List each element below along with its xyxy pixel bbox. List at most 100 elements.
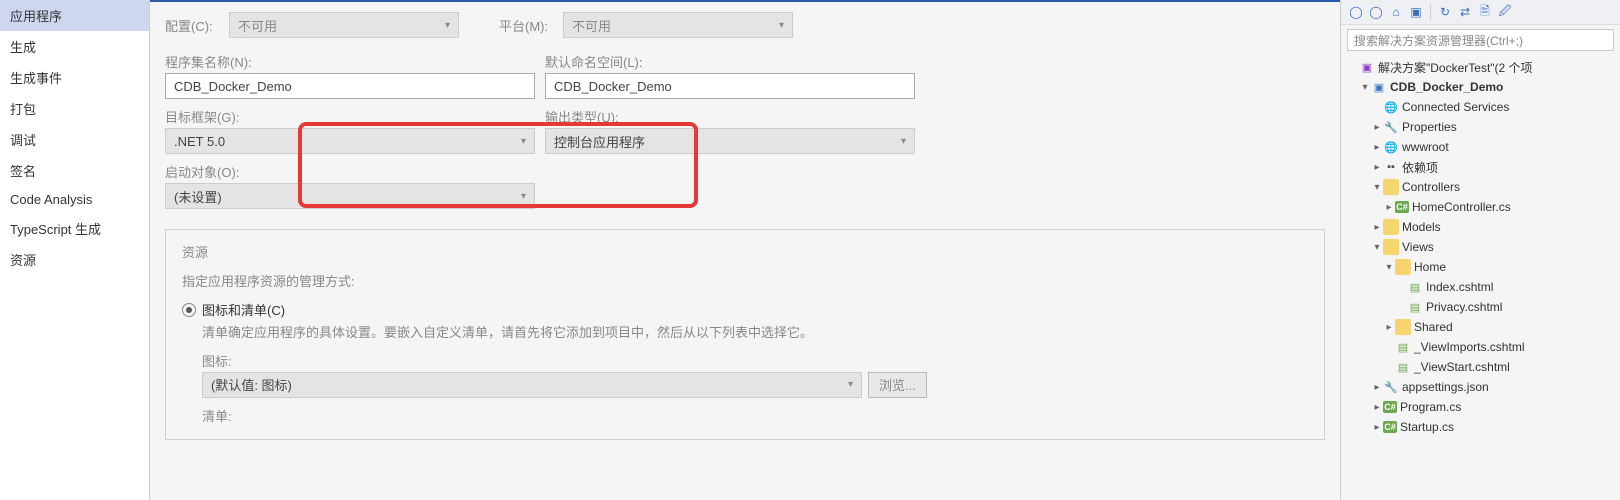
icon-manifest-radio[interactable]: 图标和清单(C)	[182, 300, 1308, 319]
tree-item-label: CDB_Docker_Demo	[1390, 80, 1503, 94]
manifest-label: 清单:	[202, 406, 1308, 425]
output-type-dropdown[interactable]: 控制台应用程序▾	[545, 128, 915, 154]
folder-icon	[1395, 259, 1411, 275]
tree-item[interactable]: C#Startup.cs	[1345, 417, 1616, 437]
left-tab[interactable]: 打包	[0, 93, 149, 124]
default-namespace-input[interactable]: CDB_Docker_Demo	[545, 73, 915, 99]
expand-arrow-icon[interactable]	[1383, 202, 1395, 213]
solution-node[interactable]: ▣ 解决方案"DockerTest"(2 个项	[1345, 57, 1616, 77]
tree-item[interactable]: C#Program.cs	[1345, 397, 1616, 417]
home-icon[interactable]: ⌂	[1387, 3, 1405, 21]
expand-arrow-icon[interactable]	[1371, 402, 1383, 413]
tree-item[interactable]: ▤Index.cshtml	[1345, 277, 1616, 297]
globe-icon: 🌐	[1383, 99, 1399, 115]
file-icon: ▤	[1395, 339, 1411, 355]
left-tab[interactable]: 应用程序	[0, 0, 149, 31]
properties-icon[interactable]: 🖉	[1496, 3, 1514, 21]
tree-item[interactable]: ▤Privacy.cshtml	[1345, 297, 1616, 317]
chevron-down-icon: ▾	[521, 191, 526, 202]
chevron-down-icon: ▾	[521, 136, 526, 147]
left-tab[interactable]: Code Analysis	[0, 186, 149, 213]
expand-arrow-icon[interactable]	[1371, 142, 1383, 153]
project-icon: ▣	[1371, 79, 1387, 95]
startup-object-label: 启动对象(O):	[165, 162, 535, 181]
tree-item[interactable]: Views	[1345, 237, 1616, 257]
tree-item[interactable]: ▤_ViewStart.cshtml	[1345, 357, 1616, 377]
tree-item[interactable]: ▪▪依赖项	[1345, 157, 1616, 177]
tree-item[interactable]: 🌐Connected Services	[1345, 97, 1616, 117]
browse-button[interactable]: 浏览...	[868, 372, 927, 398]
tree-item-label: Controllers	[1402, 180, 1460, 194]
back-icon[interactable]: ◯	[1347, 3, 1365, 21]
tree-item[interactable]: Controllers	[1345, 177, 1616, 197]
target-framework-dropdown[interactable]: .NET 5.0▾	[165, 128, 535, 154]
platform-label: 平台(M):	[499, 16, 557, 35]
solution-search-input[interactable]: 搜索解决方案资源管理器(Ctrl+;)	[1347, 29, 1614, 51]
file-icon: ▤	[1395, 359, 1411, 375]
output-type-label: 输出类型(U):	[545, 107, 915, 126]
left-tab[interactable]: TypeScript 生成	[0, 213, 149, 244]
refresh-icon[interactable]: ↻	[1436, 3, 1454, 21]
folder-icon	[1383, 239, 1399, 255]
assembly-name-input[interactable]: CDB_Docker_Demo	[165, 73, 535, 99]
collapse-icon[interactable]: ⇄	[1456, 3, 1474, 21]
expand-arrow-icon[interactable]	[1371, 162, 1383, 173]
expand-arrow-icon[interactable]	[1371, 382, 1383, 393]
tree-item[interactable]: C#HomeController.cs	[1345, 197, 1616, 217]
tree-item-label: Models	[1402, 220, 1441, 234]
solution-explorer: ◯ ◯ ⌂ ▣ ↻ ⇄ 🖹 🖉 搜索解决方案资源管理器(Ctrl+;) ▣ 解决…	[1340, 0, 1620, 500]
expand-arrow-icon[interactable]	[1383, 262, 1395, 273]
tree-item[interactable]: Shared	[1345, 317, 1616, 337]
icon-dropdown[interactable]: (默认值: 图标)▾	[202, 372, 862, 398]
globe-icon: 🌐	[1383, 139, 1399, 155]
expand-arrow-icon[interactable]	[1371, 182, 1383, 193]
left-tab-panel: 应用程序生成生成事件打包调试签名Code AnalysisTypeScript …	[0, 0, 150, 500]
tree-item[interactable]: Models	[1345, 217, 1616, 237]
left-tab[interactable]: 签名	[0, 155, 149, 186]
tree-item-label: Program.cs	[1400, 400, 1461, 414]
tree-item[interactable]: 🌐wwwroot	[1345, 137, 1616, 157]
expand-arrow-icon[interactable]	[1359, 82, 1371, 93]
left-tab[interactable]: 生成事件	[0, 62, 149, 93]
tree-item[interactable]: ▤_ViewImports.cshtml	[1345, 337, 1616, 357]
tree-item-label: _ViewStart.cshtml	[1414, 360, 1510, 374]
copy-icon[interactable]: 🖹	[1476, 3, 1494, 21]
tree-item-label: _ViewImports.cshtml	[1414, 340, 1524, 354]
expand-arrow-icon[interactable]	[1371, 122, 1383, 133]
tree-item-label: Index.cshtml	[1426, 280, 1493, 294]
folder-icon	[1395, 319, 1411, 335]
default-namespace-label: 默认命名空间(L):	[545, 52, 915, 71]
expand-arrow-icon[interactable]	[1371, 222, 1383, 233]
tree-item-label: wwwroot	[1402, 140, 1449, 154]
solution-tree: ▣ 解决方案"DockerTest"(2 个项 ▣CDB_Docker_Demo…	[1341, 55, 1620, 500]
expand-arrow-icon[interactable]	[1371, 422, 1383, 433]
config-dropdown: 不可用▾	[229, 12, 459, 38]
sync-icon[interactable]: ▣	[1407, 3, 1425, 21]
left-tab[interactable]: 资源	[0, 244, 149, 275]
expand-arrow-icon[interactable]	[1383, 322, 1395, 333]
tree-item[interactable]: Home	[1345, 257, 1616, 277]
config-label: 配置(C):	[165, 16, 223, 35]
left-tab[interactable]: 调试	[0, 124, 149, 155]
tree-item-label: Shared	[1414, 320, 1453, 334]
resources-subtitle: 指定应用程序资源的管理方式:	[182, 271, 1308, 290]
properties-main-panel: 配置(C): 不可用▾ 平台(M): 不可用▾ 程序集名称(N): CDB_Do…	[150, 0, 1340, 500]
tree-item[interactable]: 🔧appsettings.json	[1345, 377, 1616, 397]
tree-item[interactable]: 🔧Properties	[1345, 117, 1616, 137]
resources-fieldset: 资源 指定应用程序资源的管理方式: 图标和清单(C) 清单确定应用程序的具体设置…	[165, 229, 1325, 440]
tree-item[interactable]: ▣CDB_Docker_Demo	[1345, 77, 1616, 97]
manifest-help-text: 清单确定应用程序的具体设置。要嵌入自定义清单，请首先将它添加到项目中，然后从以下…	[202, 323, 1308, 343]
csharp-icon: C#	[1383, 421, 1397, 433]
chevron-down-icon: ▾	[779, 20, 784, 31]
chevron-down-icon: ▾	[445, 20, 450, 31]
forward-icon[interactable]: ◯	[1367, 3, 1385, 21]
platform-dropdown: 不可用▾	[563, 12, 793, 38]
expand-arrow-icon[interactable]	[1371, 242, 1383, 253]
target-framework-label: 目标框架(G):	[165, 107, 535, 126]
startup-object-dropdown[interactable]: (未设置)▾	[165, 183, 535, 209]
tree-item-label: Privacy.cshtml	[1426, 300, 1502, 314]
wrench-icon: 🔧	[1383, 119, 1399, 135]
left-tab[interactable]: 生成	[0, 31, 149, 62]
solution-toolbar: ◯ ◯ ⌂ ▣ ↻ ⇄ 🖹 🖉	[1341, 0, 1620, 25]
tree-item-label: Views	[1402, 240, 1434, 254]
